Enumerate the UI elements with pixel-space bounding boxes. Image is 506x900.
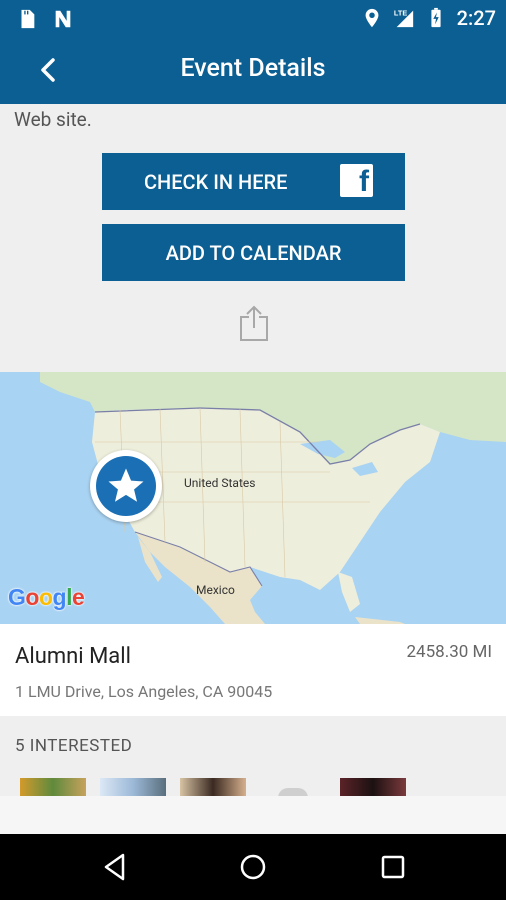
star-icon [96,456,156,516]
system-navigation-bar [0,834,506,900]
event-location-marker[interactable] [90,450,162,522]
location-card[interactable]: Alumni Mall 2458.30 MI 1 LMU Drive, Los … [0,624,506,716]
avatar[interactable] [340,778,406,796]
nav-home-icon[interactable] [236,850,270,884]
event-actions-section: Web site. CHECK IN HERE f ADD TO CALENDA… [0,104,506,372]
event-description: Web site. [14,108,92,131]
bottom-spacer [0,796,506,834]
map-label-us: United States [184,476,256,490]
system-icons: LTE 2:27 [361,6,496,30]
status-bar: LTE 2:27 [0,0,506,36]
n-notification-icon [55,10,71,28]
check-in-button[interactable]: CHECK IN HERE f [102,153,405,210]
add-to-calendar-button[interactable]: ADD TO CALENDAR [102,224,405,281]
location-icon [365,8,379,28]
avatar[interactable] [20,778,86,796]
interested-section: 5 INTERESTED [0,716,506,798]
share-icon[interactable] [238,304,270,342]
map-label-mexico: Mexico [196,583,235,597]
location-name: Alumni Mall [15,644,131,669]
google-logo: Google [8,584,85,610]
battery-icon [431,7,441,28]
avatar[interactable] [100,778,166,796]
location-distance: 2458.30 MI [406,642,493,662]
avatar[interactable] [180,778,246,796]
sd-card-icon [21,9,35,29]
notification-icons [16,8,74,30]
add-to-calendar-label: ADD TO CALENDAR [165,240,342,265]
check-in-label: CHECK IN HERE [144,170,288,194]
facebook-icon: f [340,164,373,198]
nav-back-icon[interactable] [98,850,132,884]
page-title: Event Details [180,54,326,83]
location-address: 1 LMU Drive, Los Angeles, CA 90045 [15,682,273,701]
signal-icon: LTE [394,8,413,28]
network-type: LTE [394,8,407,17]
clock: 2:27 [456,6,496,30]
interested-count: 5 INTERESTED [15,736,133,756]
nav-recents-icon[interactable] [376,850,410,884]
app-bar: Event Details [0,36,506,104]
